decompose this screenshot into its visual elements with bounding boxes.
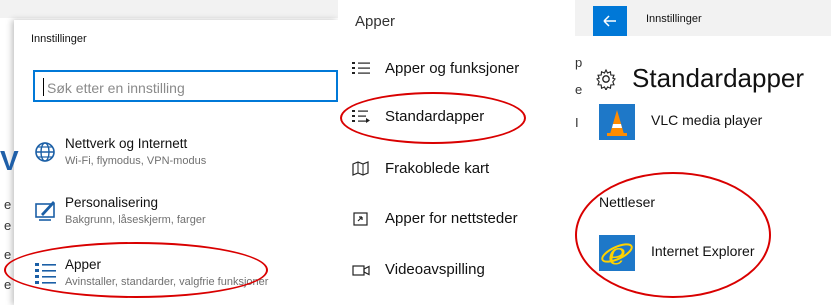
default-apps-panel: Innstillinger p e I Standardapper VLC me… <box>575 0 831 305</box>
text-caret <box>43 78 44 96</box>
menu-item-offline-maps[interactable]: Frakoblede kart <box>352 155 572 185</box>
highlight-ellipse-default-apps <box>340 92 526 144</box>
apps-features-icon <box>352 62 370 74</box>
personalize-icon <box>35 201 55 221</box>
background-edge-letter: e <box>4 197 12 212</box>
search-box[interactable] <box>33 70 338 102</box>
category-network[interactable]: Nettverk og Internett Wi-Fi, flymodus, V… <box>33 136 338 176</box>
category-personalization[interactable]: Personalisering Bakgrunn, låseskjerm, fa… <box>33 195 338 235</box>
background-edge-letter: p <box>575 55 583 70</box>
background-edge-letter: e <box>4 277 12 292</box>
highlight-ellipse-browser <box>575 172 771 298</box>
back-arrow-icon <box>603 15 616 27</box>
video-playback-icon <box>352 265 370 276</box>
category-label: Nettverk og Internett <box>65 136 188 151</box>
gear-icon <box>596 68 616 90</box>
back-button[interactable] <box>593 6 627 36</box>
settings-home-panel: Innstillinger V e e e e Nettverk og Inte… <box>0 0 338 305</box>
category-label: Personalisering <box>65 195 159 210</box>
search-input[interactable] <box>45 76 329 100</box>
app-label: VLC media player <box>651 112 763 128</box>
offline-maps-icon <box>352 161 369 176</box>
background-edge-letter: e <box>4 218 12 233</box>
background-edge-letter: I <box>575 115 579 130</box>
menu-item-label: Apper for nettsteder <box>385 210 518 227</box>
page-title: Standardapper <box>632 63 805 93</box>
background-edge-letter: e <box>4 247 12 262</box>
menu-item-apps-websites[interactable]: Apper for nettsteder <box>352 205 572 235</box>
menu-item-label: Frakoblede kart <box>385 160 490 177</box>
default-video-app[interactable]: VLC media player <box>599 104 831 144</box>
apps-websites-icon <box>353 212 368 226</box>
globe-icon <box>35 142 55 162</box>
menu-item-video-playback[interactable]: Videoavspilling <box>352 256 572 286</box>
menu-item-label: Videoavspilling <box>385 261 485 278</box>
window-title: Innstillinger <box>31 33 87 45</box>
menu-item-apps-features[interactable]: Apper og funksjoner <box>352 55 572 85</box>
category-description: Wi-Fi, flymodus, VPN-modus <box>65 155 207 167</box>
category-description: Bakgrunn, låseskjerm, farger <box>65 214 206 226</box>
menu-item-label: Apper og funksjoner <box>385 60 520 77</box>
highlight-ellipse-apps <box>4 242 268 298</box>
background-edge-letter: e <box>575 82 583 97</box>
apps-menu-panel: Apper Apper og funksjoner Standardapper … <box>338 0 575 305</box>
vlc-icon <box>599 104 635 140</box>
background-edge-glyph: V <box>0 145 19 176</box>
section-heading: Apper <box>355 13 396 30</box>
window-title: Innstillinger <box>646 13 702 25</box>
background-window-strip <box>0 0 338 18</box>
